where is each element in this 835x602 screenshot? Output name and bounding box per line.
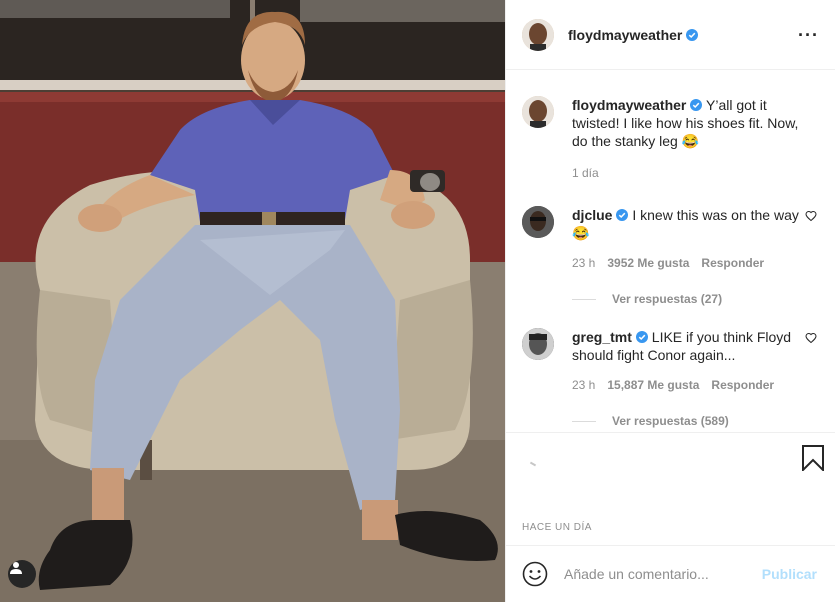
author-avatar-image (522, 18, 554, 51)
author-username[interactable]: floydmayweather (568, 27, 682, 43)
comment-meta: 23 h 3952 Me gusta Responder (572, 254, 801, 272)
comment-item: djclue I knew this was on the way 😂 23 h… (522, 206, 819, 272)
commenter-avatar-image (522, 328, 554, 360)
view-replies-label: Ver respuestas (589) (612, 414, 729, 428)
replies-divider (572, 420, 596, 422)
comment-composer: Publicar (506, 545, 835, 602)
caption-age[interactable]: 1 día (572, 164, 599, 182)
comments-list: floydmayweather Y’all got it twisted! I … (506, 70, 835, 432)
author-avatar[interactable] (522, 18, 554, 51)
caption-username[interactable]: floydmayweather (572, 97, 686, 113)
caption-meta: 1 día (572, 164, 801, 182)
verified-badge-icon (690, 99, 703, 111)
comment-body: greg_tmt LIKE if you think Floyd should … (572, 328, 819, 394)
caption-avatar-image (522, 96, 554, 128)
reply-button[interactable]: Responder (701, 254, 764, 272)
caption: floydmayweather Y’all got it twisted! I … (522, 96, 819, 182)
verified-badge-icon (686, 28, 699, 41)
caption-avatar[interactable] (522, 96, 554, 128)
commenter-avatar-image (522, 206, 554, 238)
verified-badge-icon (616, 209, 629, 221)
post-photo[interactable] (0, 0, 505, 602)
comment-meta: 23 h 15,887 Me gusta Responder (572, 376, 801, 394)
user-tag-button[interactable] (8, 560, 36, 588)
view-replies-label: Ver respuestas (27) (612, 292, 723, 306)
comment-username[interactable]: greg_tmt (572, 329, 632, 345)
verified-badge-icon (635, 331, 648, 343)
commenter-avatar[interactable] (522, 328, 554, 360)
emoji-icon[interactable] (522, 561, 548, 587)
comment-age[interactable]: 23 h (572, 254, 595, 272)
post-header: floydmayweather ··· (506, 0, 835, 70)
bookmark-icon[interactable] (801, 445, 825, 471)
more-options-icon: ··· (798, 24, 819, 45)
comment-body: djclue I knew this was on the way 😂 23 h… (572, 206, 819, 272)
comment-input[interactable] (562, 565, 756, 583)
comment-likes[interactable]: 15,887 Me gusta (607, 376, 699, 394)
post-side-panel: floydmayweather ··· floydmayweather Y’al… (505, 0, 835, 602)
post-timestamp[interactable]: HACE UN DÍA (522, 522, 592, 533)
heart-icon[interactable] (805, 332, 817, 344)
more-options-button[interactable]: ··· (798, 26, 819, 44)
loading-indicator (529, 461, 537, 467)
comment-likes[interactable]: 3952 Me gusta (607, 254, 689, 272)
action-bar (506, 432, 835, 493)
commenter-avatar[interactable] (522, 206, 554, 238)
comment-age[interactable]: 23 h (572, 376, 595, 394)
heart-icon[interactable] (805, 210, 817, 222)
replies-divider (572, 298, 596, 300)
view-replies-button[interactable]: Ver respuestas (589) (572, 414, 819, 428)
photo-illustration (0, 0, 505, 602)
publish-button[interactable]: Publicar (756, 565, 823, 583)
user-tag-icon (10, 562, 22, 574)
caption-body: floydmayweather Y’all got it twisted! I … (572, 96, 819, 182)
comment-item: greg_tmt LIKE if you think Floyd should … (522, 328, 819, 394)
reply-button[interactable]: Responder (711, 376, 774, 394)
comment-username[interactable]: djclue (572, 207, 612, 223)
view-replies-button[interactable]: Ver respuestas (27) (572, 292, 819, 306)
